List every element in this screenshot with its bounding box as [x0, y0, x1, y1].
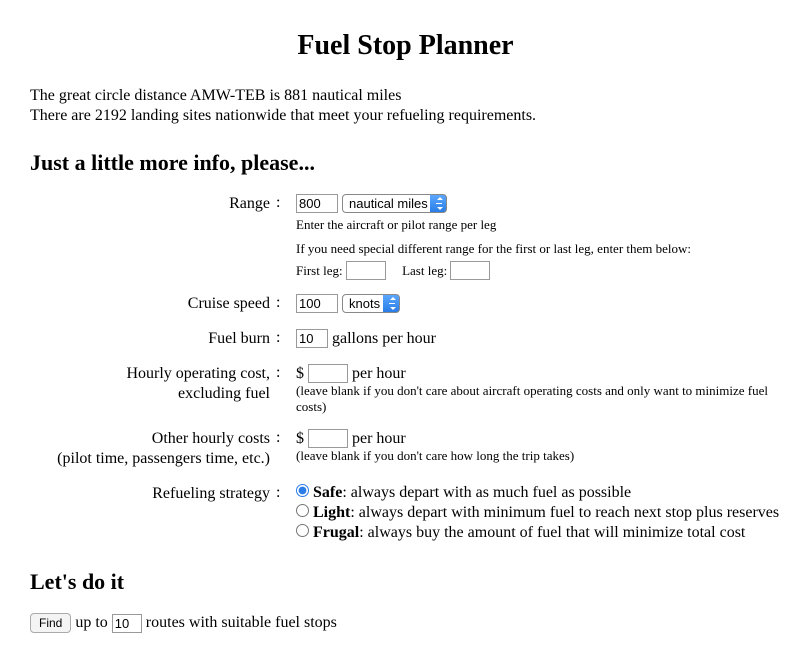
intro-sites: There are 2192 landing sites nationwide …	[30, 107, 781, 125]
strategy-desc-safe: : always depart with as much fuel as pos…	[342, 484, 631, 501]
intro-distance: The great circle distance AMW-TEB is 881…	[30, 87, 781, 105]
section-more-info-heading: Just a little more info, please...	[30, 150, 781, 176]
fuel-burn-unit: gallons per hour	[332, 330, 436, 347]
strategy-name-light: Light	[313, 504, 350, 521]
find-count-input[interactable]	[112, 614, 142, 633]
op-cost-prefix: $	[296, 365, 304, 382]
op-cost-unit: per hour	[352, 365, 406, 382]
other-cost-input[interactable]	[308, 429, 348, 448]
row-fuel-burn: Fuel burn : gallons per hour	[30, 329, 781, 350]
strategy-radio-safe[interactable]	[296, 484, 309, 497]
first-leg-label: First leg:	[296, 263, 343, 278]
find-prefix: up to	[75, 614, 107, 632]
other-cost-prefix: $	[296, 430, 304, 447]
op-cost-label: Hourly operating cost, excluding fuel	[30, 364, 276, 406]
range-label: Range	[30, 194, 276, 215]
fuel-burn-label: Fuel burn	[30, 329, 276, 350]
find-button[interactable]: Find	[30, 613, 71, 633]
strategy-name-safe: Safe	[313, 484, 342, 501]
last-leg-input[interactable]	[450, 261, 490, 280]
cruise-unit-select[interactable]: knots	[342, 294, 400, 313]
strategy-desc-frugal: : always buy the amount of fuel that wil…	[359, 524, 745, 541]
cruise-input[interactable]	[296, 294, 338, 313]
range-input[interactable]	[296, 194, 338, 213]
row-strategy: Refueling strategy : Safe: always depart…	[30, 484, 781, 544]
find-suffix: routes with suitable fuel stops	[146, 614, 337, 632]
range-special-hint: If you need special different range for …	[296, 241, 781, 257]
row-cruise: Cruise speed : knots	[30, 294, 781, 315]
range-hint: Enter the aircraft or pilot range per le…	[296, 217, 781, 233]
row-find: Find up to routes with suitable fuel sto…	[30, 613, 781, 633]
strategy-radio-light[interactable]	[296, 504, 309, 517]
op-cost-hint: (leave blank if you don't care about air…	[296, 383, 781, 415]
strategy-desc-light: : always depart with minimum fuel to rea…	[350, 504, 779, 521]
strategy-name-frugal: Frugal	[313, 524, 359, 541]
op-cost-input[interactable]	[308, 364, 348, 383]
row-other-cost: Other hourly costs (pilot time, passenge…	[30, 429, 781, 471]
first-leg-input[interactable]	[346, 261, 386, 280]
page-title: Fuel Stop Planner	[30, 30, 781, 62]
strategy-radio-frugal[interactable]	[296, 524, 309, 537]
other-cost-unit: per hour	[352, 430, 406, 447]
row-op-cost: Hourly operating cost, excluding fuel : …	[30, 364, 781, 415]
cruise-label: Cruise speed	[30, 294, 276, 315]
fuel-burn-input[interactable]	[296, 329, 328, 348]
other-cost-hint: (leave blank if you don't care how long …	[296, 448, 781, 464]
last-leg-label: Last leg:	[402, 263, 447, 278]
range-unit-select[interactable]: nautical miles	[342, 194, 447, 213]
section-lets-do-it-heading: Let's do it	[30, 569, 781, 595]
other-cost-label: Other hourly costs (pilot time, passenge…	[30, 429, 276, 471]
strategy-label: Refueling strategy	[30, 484, 276, 505]
row-range: Range : nautical miles Enter the aircraf…	[30, 194, 781, 280]
